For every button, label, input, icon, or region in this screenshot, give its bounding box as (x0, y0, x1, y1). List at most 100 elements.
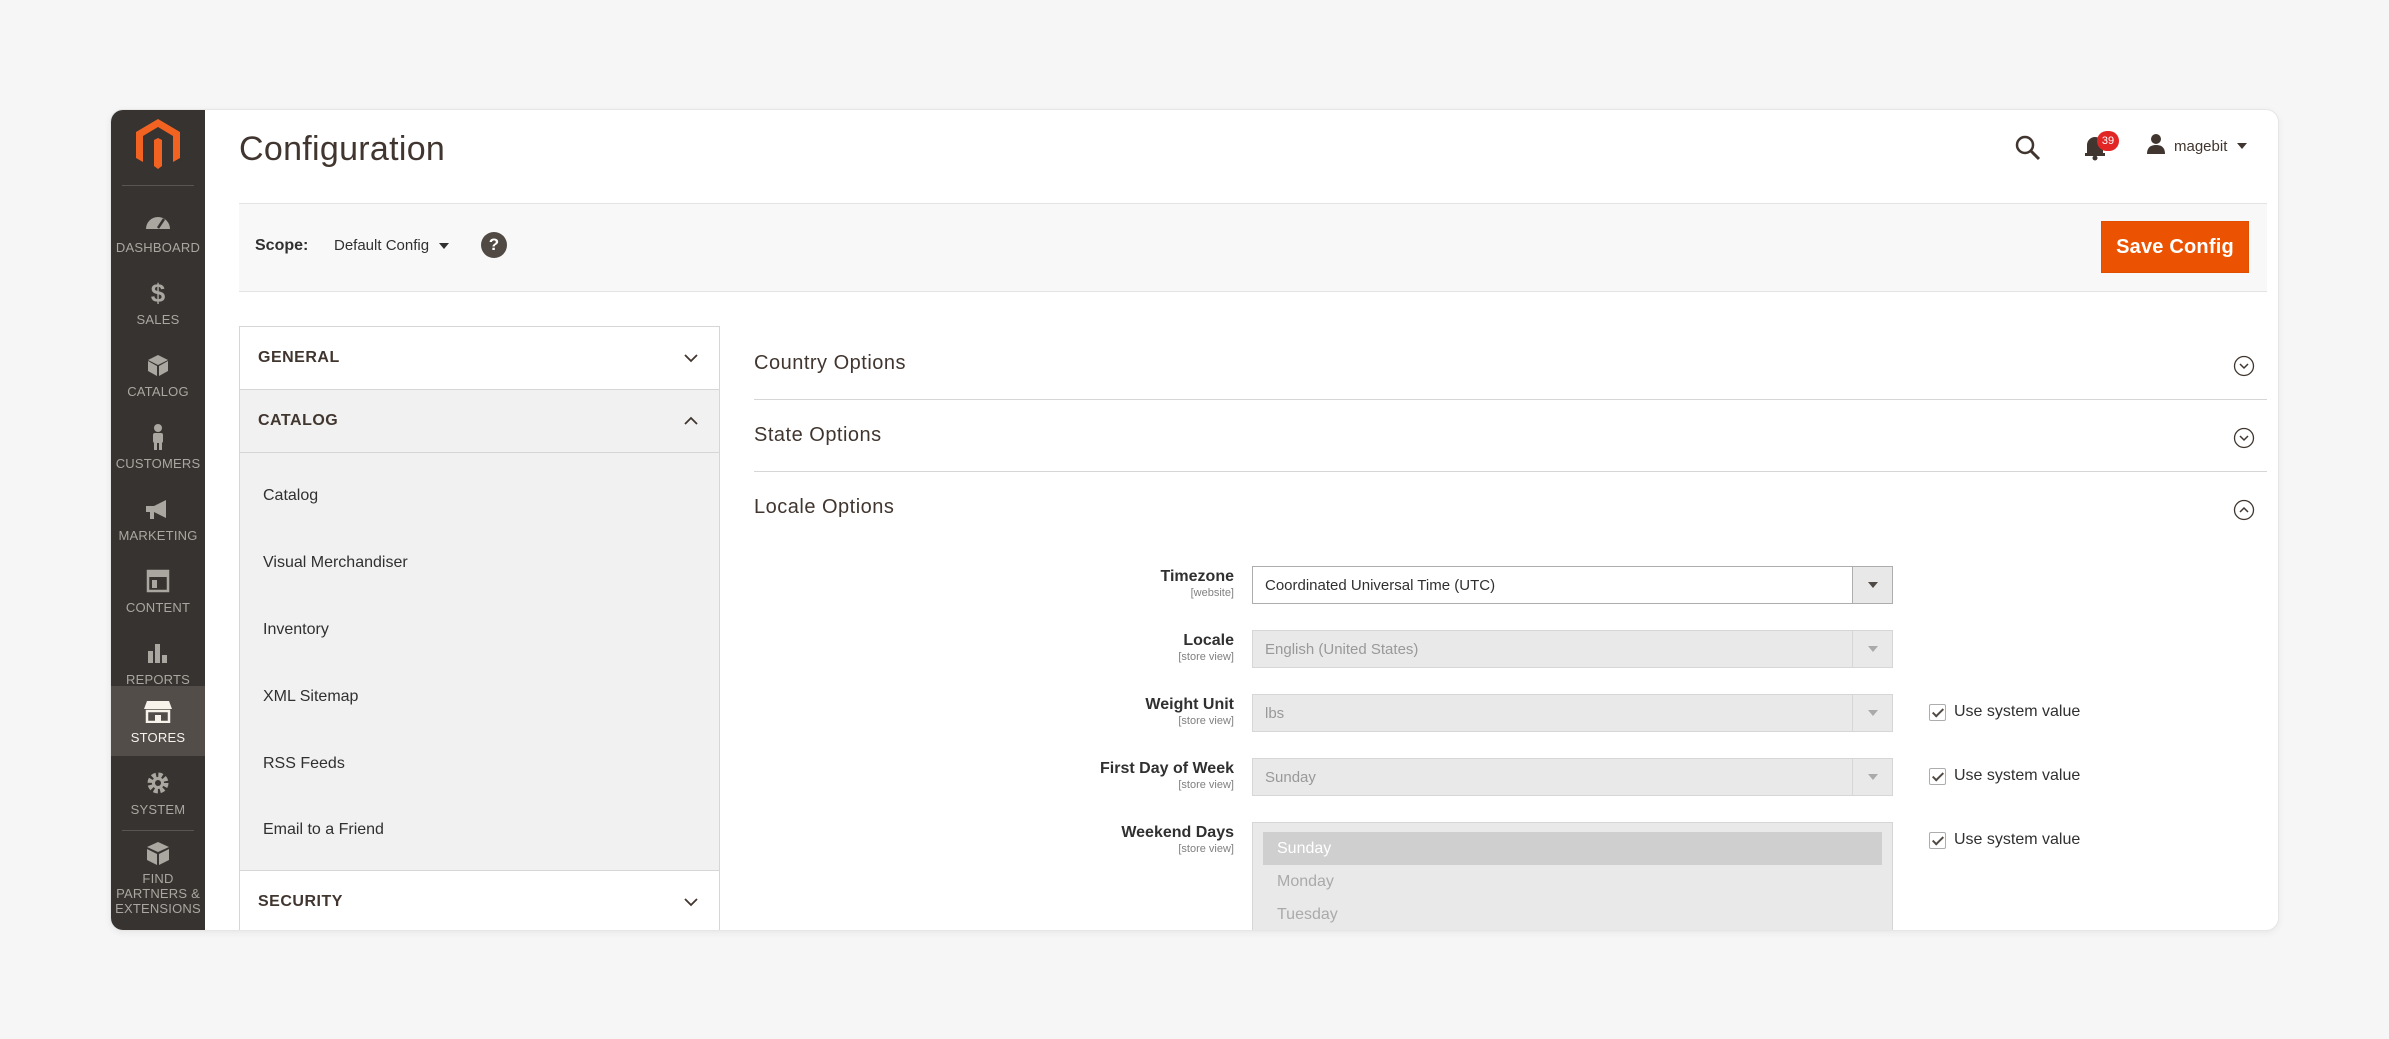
tab-item-email-to-a-friend[interactable]: Email to a Friend (240, 797, 719, 864)
field-scope: [store view] (1178, 651, 1234, 663)
use-system-value-label: Use system value (1954, 703, 2081, 720)
section-title: State Options (754, 424, 882, 446)
use-system-value-label: Use system value (1954, 767, 2081, 784)
dollar-icon: $ (150, 277, 166, 308)
tab-item-visual-merchandiser[interactable]: Visual Merchandiser (240, 530, 719, 597)
page-title: Configuration (239, 130, 446, 168)
field-scope: [store view] (1178, 843, 1234, 855)
checkbox-checked-icon[interactable] (1929, 767, 1946, 785)
use-system-value-label: Use system value (1954, 831, 2081, 848)
checkbox-checked-icon[interactable] (1929, 831, 1946, 849)
dropdown-arrow-icon[interactable] (1852, 631, 1892, 667)
storefront-icon (143, 698, 173, 724)
help-icon[interactable]: ? (481, 232, 507, 258)
tab-catalog[interactable]: CATALOG (240, 390, 719, 453)
section-title: Country Options (754, 352, 907, 374)
chevron-up-icon (684, 416, 698, 425)
save-config-button[interactable]: Save Config (2101, 221, 2249, 273)
tab-security[interactable]: SECURITY (240, 871, 719, 930)
dropdown-arrow-icon[interactable] (1852, 567, 1892, 603)
first-day-select[interactable]: Sunday (1252, 758, 1893, 796)
layout-icon (143, 568, 173, 594)
menu-item-stores[interactable]: STORES (111, 686, 205, 756)
field-scope: [store view] (1178, 779, 1234, 791)
multiselect-option[interactable]: Sunday (1263, 832, 1882, 865)
menu-label: FIND PARTNERS & EXTENSIONS (115, 871, 201, 916)
field-weight-unit: Weight Unit [store view] lbs Use system … (754, 690, 2267, 750)
section-country-options[interactable]: Country Options (754, 328, 2267, 400)
section-state-options[interactable]: State Options (754, 400, 2267, 472)
field-label-text: First Day of Week (1100, 760, 1234, 777)
tab-item-inventory[interactable]: Inventory (240, 597, 719, 664)
field-label-text: Timezone (1160, 568, 1235, 585)
field-scope: [website] (1190, 587, 1234, 599)
section-locale-options[interactable]: Locale Options (754, 472, 2267, 544)
dashboard-icon (143, 208, 173, 234)
use-system-value-checkbox[interactable]: Use system value (1929, 831, 2080, 849)
menu-label: SYSTEM (130, 802, 186, 817)
field-label: Weight Unit [store view] (1145, 696, 1234, 727)
menu-item-customers[interactable]: CUSTOMERS (111, 412, 205, 482)
bar-chart-icon (143, 640, 173, 666)
dropdown-arrow-icon[interactable] (1852, 759, 1892, 795)
menu-item-find-partners[interactable]: FIND PARTNERS & EXTENSIONS (111, 834, 205, 916)
menu-item-marketing[interactable]: MARKETING (111, 484, 205, 554)
menu-item-dashboard[interactable]: DASHBOARD (111, 196, 205, 266)
tab-general[interactable]: GENERAL (240, 327, 719, 390)
menu-item-content[interactable]: CONTENT (111, 556, 205, 626)
extensions-box-icon (143, 840, 173, 866)
locale-select[interactable]: English (United States) (1252, 630, 1893, 668)
menu-label: CATALOG (127, 384, 189, 399)
expand-icon[interactable] (2233, 427, 2255, 449)
checkbox-checked-icon[interactable] (1929, 703, 1946, 721)
weight-unit-select[interactable]: lbs (1252, 694, 1893, 732)
menu-item-sales[interactable]: $ SALES (111, 268, 205, 338)
select-value: Sunday (1265, 769, 1316, 786)
field-label-text: Weight Unit (1145, 696, 1234, 713)
use-system-value-checkbox[interactable]: Use system value (1929, 703, 2080, 721)
dropdown-arrow-icon[interactable] (1852, 695, 1892, 731)
config-tabs: GENERAL CATALOG Catalog Visual Merchandi… (239, 326, 720, 930)
admin-window: DASHBOARD $ SALES CATALOG CUSTOMERS MARK… (111, 110, 2278, 930)
user-icon (2146, 133, 2166, 159)
field-label-text: Weekend Days (1121, 824, 1234, 841)
menu-label: MARKETING (118, 528, 198, 543)
catalog-tab-items: Catalog Visual Merchandiser Inventory XM… (240, 453, 719, 871)
scope-label: Scope: (255, 237, 309, 254)
notifications-count-badge: 39 (2097, 131, 2119, 151)
menu-item-system[interactable]: SYSTEM (111, 758, 205, 828)
menu-label: REPORTS (125, 672, 190, 687)
menu-label: CUSTOMERS (115, 456, 201, 471)
multiselect-option[interactable]: Tuesday (1263, 898, 1882, 930)
select-value: lbs (1265, 705, 1285, 722)
menu-label: CONTENT (125, 600, 191, 615)
tab-item-rss-feeds[interactable]: RSS Feeds (240, 730, 719, 797)
use-system-value-checkbox[interactable]: Use system value (1929, 767, 2080, 785)
field-label: Weekend Days [store view] (1121, 824, 1234, 855)
scope-value: Default Config (334, 237, 430, 254)
tab-item-catalog[interactable]: Catalog (240, 463, 719, 530)
tab-general-label: GENERAL (258, 349, 340, 366)
timezone-select[interactable]: Coordinated Universal Time (UTC) (1252, 566, 1893, 604)
chevron-down-icon (684, 898, 698, 907)
menu-item-catalog[interactable]: CATALOG (111, 340, 205, 410)
megaphone-icon (143, 496, 173, 522)
magento-logo-icon[interactable] (132, 116, 184, 174)
scope-bar: Scope: Default Config ? Save Config (239, 203, 2267, 292)
scope-switcher[interactable]: Default Config (334, 237, 450, 254)
tab-catalog-label: CATALOG (258, 412, 339, 429)
person-icon (143, 424, 173, 450)
menu-divider (122, 830, 194, 831)
field-label: Locale [store view] (1178, 632, 1234, 663)
tab-item-xml-sitemap[interactable]: XML Sitemap (240, 663, 719, 730)
user-menu[interactable]: magebit (2146, 133, 2248, 159)
search-icon[interactable] (2014, 134, 2042, 162)
collapse-icon[interactable] (2233, 499, 2255, 521)
field-label: Timezone [website] (1161, 568, 1235, 599)
field-timezone: Timezone [website] Coordinated Universal… (754, 562, 2267, 622)
expand-icon[interactable] (2233, 355, 2255, 377)
weekend-days-multiselect[interactable]: Sunday Monday Tuesday (1252, 822, 1893, 930)
box-icon (143, 352, 173, 378)
chevron-down-icon (439, 242, 450, 249)
multiselect-option[interactable]: Monday (1263, 865, 1882, 898)
